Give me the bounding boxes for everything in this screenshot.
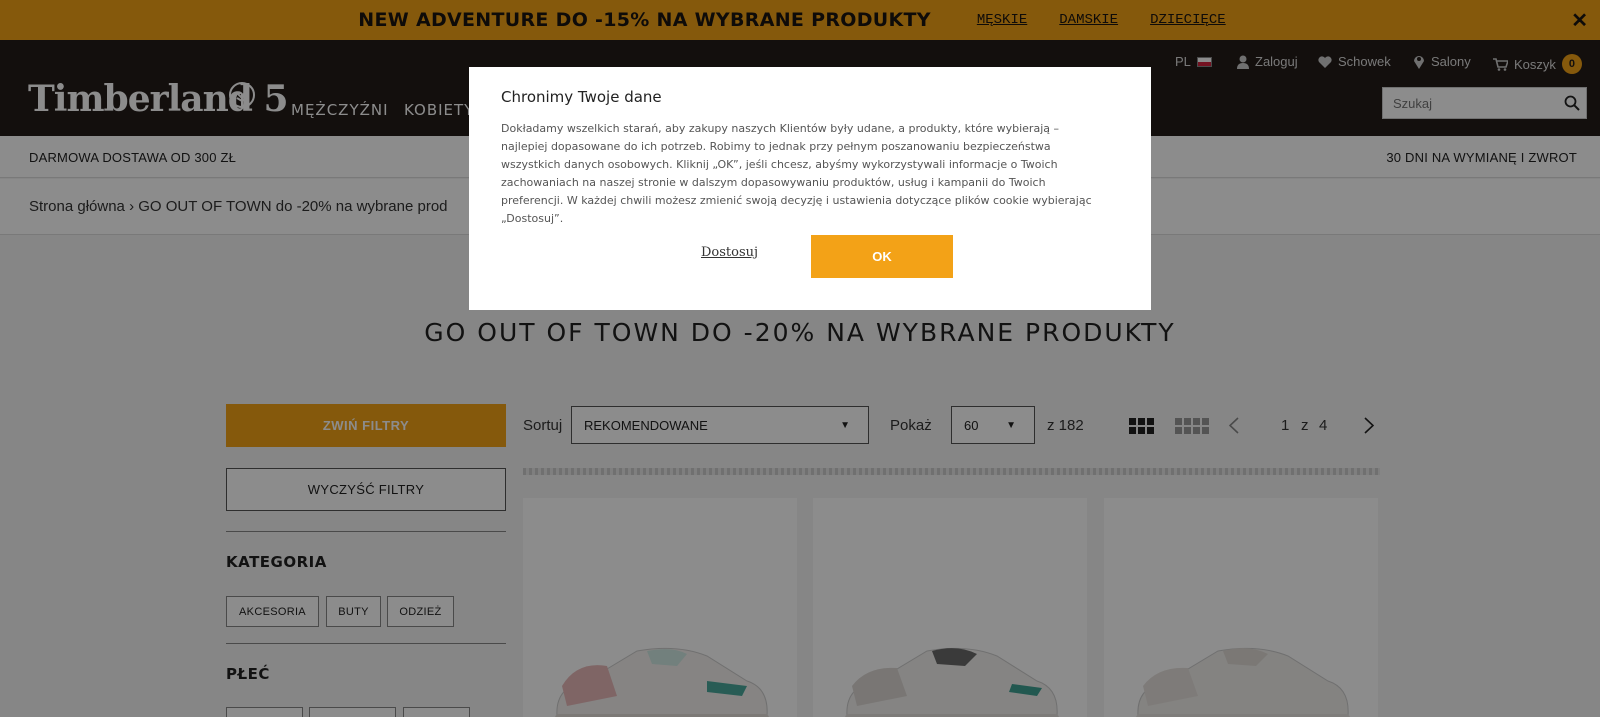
ok-button[interactable]: OK: [811, 235, 953, 278]
page: NEW ADVENTURE DO -15% NA WYBRANE PRODUKT…: [0, 0, 1600, 717]
customize-button[interactable]: Dostosuj: [701, 245, 758, 260]
dialog-title: Chronimy Twoje dane: [501, 88, 662, 106]
dialog-body-text: Dokładamy wszelkich starań, aby zakupy n…: [501, 122, 1092, 225]
cookie-consent-dialog: Chronimy Twoje dane Dokładamy wszelkich …: [469, 67, 1151, 310]
